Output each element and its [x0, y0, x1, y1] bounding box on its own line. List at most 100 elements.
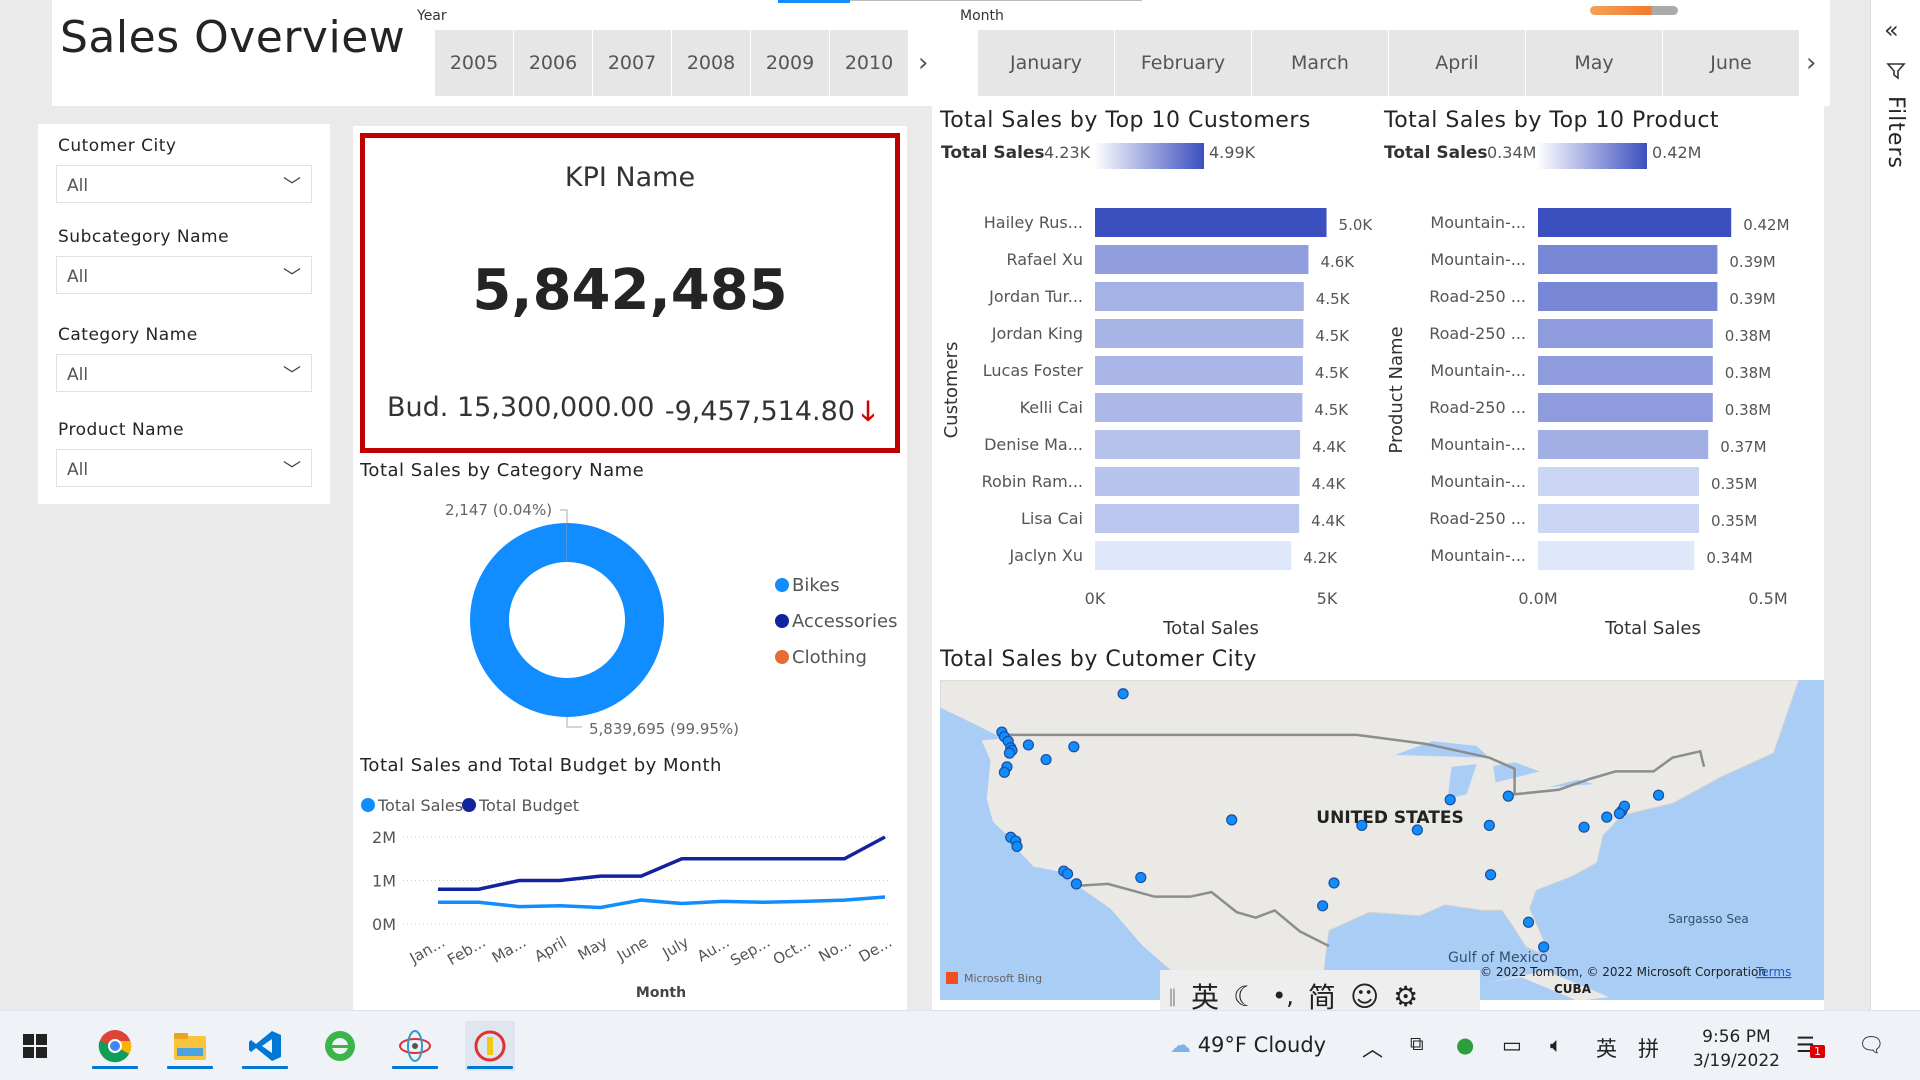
legend-item[interactable]: Total Budget: [478, 796, 579, 815]
map-city-point[interactable]: [1135, 871, 1147, 884]
map-city-point[interactable]: [1613, 807, 1626, 820]
file-explorer-icon[interactable]: [165, 1021, 215, 1071]
year-tile-2009[interactable]: 2009: [751, 30, 830, 96]
edge-icon[interactable]: [315, 1021, 365, 1071]
bar[interactable]: [1538, 541, 1695, 570]
drag-handle-icon[interactable]: ‖: [1168, 986, 1177, 1007]
legend-item-accessories[interactable]: Accessories: [792, 611, 898, 632]
map-city-point[interactable]: [1601, 811, 1613, 823]
map-city-point[interactable]: [998, 766, 1011, 778]
year-tile-2007[interactable]: 2007: [593, 30, 672, 96]
bar[interactable]: [1538, 504, 1699, 533]
bar[interactable]: [1095, 430, 1301, 459]
map-city-point[interactable]: [1578, 821, 1590, 833]
windows-start-icon[interactable]: [10, 1021, 60, 1071]
vscode-icon[interactable]: [240, 1021, 290, 1071]
security-icon[interactable]: ●: [1456, 1033, 1474, 1057]
tray-language[interactable]: 英: [1596, 1033, 1617, 1063]
map-terms-link[interactable]: Terms: [1755, 965, 1791, 979]
bar[interactable]: [1095, 541, 1292, 570]
map-city-point[interactable]: [1538, 941, 1550, 953]
filters-pane-collapsed[interactable]: « Filters: [1870, 0, 1920, 1010]
bar[interactable]: [1095, 356, 1303, 385]
bar[interactable]: [1538, 208, 1732, 237]
bar[interactable]: [1538, 467, 1699, 496]
map-city-point[interactable]: [1356, 819, 1368, 831]
category-dropdown[interactable]: All ﹀: [56, 354, 312, 392]
kpi-card[interactable]: KPI Name 5,842,485 Bud. 15,300,000.00 -9…: [360, 133, 900, 453]
expand-double-chevron-icon[interactable]: «: [1884, 16, 1899, 44]
map-city-point[interactable]: [1003, 747, 1016, 759]
map-city-point[interactable]: [1317, 900, 1329, 912]
map-city-point[interactable]: [1040, 753, 1052, 766]
battery-icon[interactable]: ▭: [1502, 1033, 1522, 1057]
map-city-point[interactable]: [1652, 789, 1665, 801]
month-tile-march[interactable]: March: [1252, 30, 1389, 96]
bar[interactable]: [1095, 208, 1327, 237]
map-city-point[interactable]: [1011, 840, 1023, 852]
line-series-total-sales[interactable]: [438, 895, 886, 910]
weather-widget[interactable]: ☁ 49°F Cloudy: [1170, 1033, 1326, 1057]
month-tile-june[interactable]: June: [1663, 30, 1800, 96]
gear-icon[interactable]: ⚙: [1393, 980, 1418, 1013]
system-clock[interactable]: 9:56 PM 3/19/2022: [1693, 1025, 1780, 1073]
city-map[interactable]: UNITED STATES Gulf of Mexico Sargasso Sea C…: [940, 680, 1824, 1000]
horizontal-scrollbar[interactable]: [1590, 6, 1678, 15]
map-city-point[interactable]: [1411, 824, 1423, 836]
power-bi-icon[interactable]: [465, 1021, 515, 1071]
bar[interactable]: [1095, 393, 1303, 422]
map-city-point[interactable]: [1444, 794, 1456, 806]
subcategory-dropdown[interactable]: All ﹀: [56, 256, 312, 294]
map-city-point[interactable]: [1068, 741, 1080, 753]
bar[interactable]: [1095, 282, 1304, 311]
bar[interactable]: [1538, 356, 1713, 385]
bar[interactable]: [1538, 282, 1718, 311]
moon-icon[interactable]: ☾: [1233, 980, 1258, 1013]
bar[interactable]: [1538, 319, 1713, 348]
donut-slice-bikes[interactable]: [470, 523, 665, 717]
bar[interactable]: [1538, 430, 1709, 459]
legend-item[interactable]: Total Sales: [377, 796, 463, 815]
chrome-icon[interactable]: [90, 1021, 140, 1071]
year-tile-2008[interactable]: 2008: [672, 30, 751, 96]
line-series-total-budget[interactable]: [438, 835, 886, 891]
map-city-point[interactable]: [1061, 868, 1074, 880]
year-next-chevron-icon[interactable]: ›: [918, 48, 928, 78]
month-tile-april[interactable]: April: [1389, 30, 1526, 96]
month-tile-may[interactable]: May: [1526, 30, 1663, 96]
product-dropdown[interactable]: All ﹀: [56, 449, 312, 487]
map-city-point[interactable]: [1522, 916, 1535, 928]
city-dropdown[interactable]: All ﹀: [56, 165, 312, 203]
map-city-point[interactable]: [1226, 814, 1238, 826]
app-icon[interactable]: [390, 1021, 440, 1071]
month-tile-february[interactable]: February: [1115, 30, 1252, 96]
map-city-point[interactable]: [1117, 688, 1129, 700]
device-icon[interactable]: ⧉: [1410, 1033, 1424, 1055]
emoji-icon[interactable]: ☺: [1350, 980, 1379, 1013]
bar[interactable]: [1538, 245, 1718, 274]
bar[interactable]: [1095, 504, 1300, 533]
bar[interactable]: [1095, 467, 1300, 496]
volume-icon[interactable]: 🔈︎: [1550, 1033, 1563, 1058]
month-next-chevron-icon[interactable]: ›: [1806, 48, 1816, 78]
legend-item-clothing[interactable]: Clothing: [792, 647, 867, 668]
map-city-point[interactable]: [1022, 739, 1035, 751]
tray-ime[interactable]: 拼: [1638, 1033, 1659, 1063]
map-city-point[interactable]: [1502, 790, 1514, 802]
bar[interactable]: [1095, 319, 1304, 348]
year-tile-2005[interactable]: 2005: [435, 30, 514, 96]
map-city-point[interactable]: [1483, 819, 1495, 831]
map-city-point[interactable]: [1328, 877, 1340, 889]
punctuation-icon[interactable]: •,: [1272, 982, 1294, 1010]
month-tile-january[interactable]: January: [978, 30, 1115, 96]
bar[interactable]: [1095, 245, 1309, 274]
notifications-icon[interactable]: ☰ 1: [1796, 1033, 1825, 1058]
chevron-up-icon[interactable]: ︿: [1362, 1033, 1383, 1063]
map-city-point[interactable]: [1485, 869, 1497, 881]
map-city-point[interactable]: [1070, 878, 1082, 890]
year-tile-2006[interactable]: 2006: [514, 30, 593, 96]
bar[interactable]: [1538, 393, 1713, 422]
action-center-icon[interactable]: 🗨︎: [1858, 1033, 1885, 1058]
year-tile-2010[interactable]: 2010: [830, 30, 909, 96]
legend-item-bikes[interactable]: Bikes: [792, 575, 840, 596]
